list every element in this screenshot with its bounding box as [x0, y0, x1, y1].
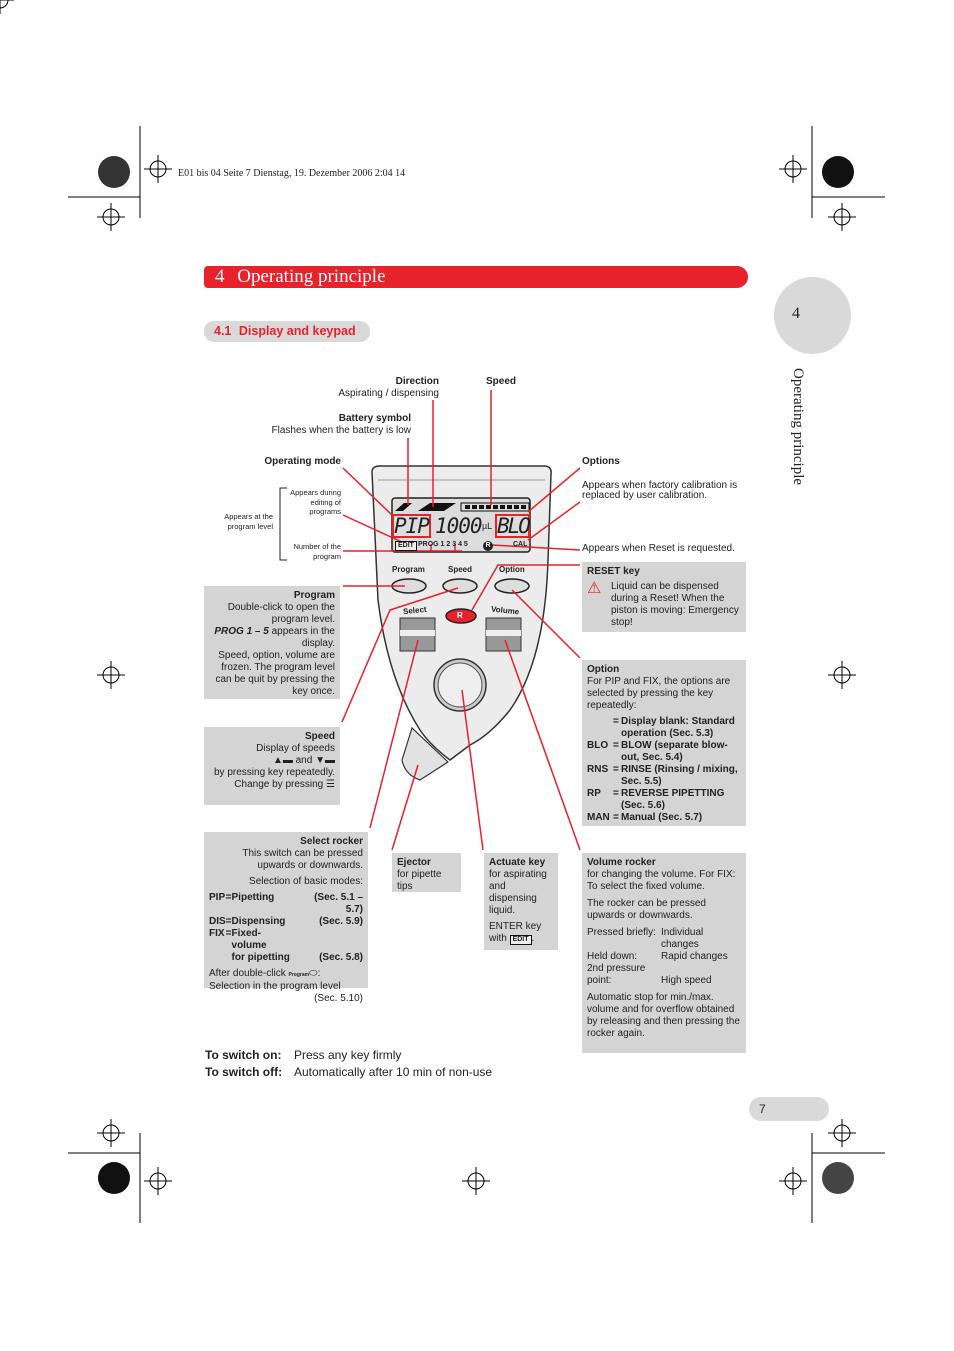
ejector-box: Ejector for pipette tips [392, 853, 461, 892]
volume-rocker [485, 617, 522, 652]
callout-appears-editing: Appears during editing of programs [290, 488, 341, 516]
display-mode: PIP [394, 514, 430, 538]
callout-options: Options Appears when factory calibration … [582, 456, 738, 501]
callout-operating-mode: Operating mode [264, 456, 341, 467]
volume-table: Pressed briefly: Individual changes Held … [587, 927, 728, 986]
speed-key-label: Speed [448, 565, 473, 574]
mode-table: PIP = Pipetting (Sec. 5.1 – 5.7) DIS = Dispen… [209, 892, 363, 963]
display-prog: PROG 1 2 3 4 5 [418, 541, 468, 548]
display-edit: EDIT [395, 541, 417, 551]
reset-box: RESET key ⚠ Liquid can be dispensed durin… [582, 562, 746, 632]
callout-battery: Battery symbol Flashes when the battery i… [271, 413, 411, 436]
volume-box: Volume rocker for changing the volume. Fo… [582, 853, 746, 1053]
switch-info: To switch on: Press any key firmly To swi… [205, 1048, 493, 1079]
pipette-diagram [279, 390, 581, 851]
display-cal: CAL [513, 541, 528, 548]
program-key-icon: ⬭ [309, 968, 318, 979]
select-rocker-icon: ☰ [326, 779, 335, 790]
callout-number-program: Number of the program [293, 542, 341, 561]
speed-up-icon: ▲▬ [272, 755, 293, 766]
warning-icon: ⚠ [587, 580, 602, 597]
speed-down-icon: ▼▬ [315, 755, 335, 766]
callout-direction: Direction Aspirating / dispensing [338, 376, 439, 399]
reset-key-label: R [457, 611, 463, 620]
option-table: = Display blank: Standard operation (Sec.… [587, 716, 738, 823]
manual-page: E01 bis 04 Seite 7 Dienstag, 19. Dezembe… [0, 0, 954, 1351]
option-box: Option For PIP and FIX, the options are s… [582, 660, 746, 826]
callout-program-level: Appears at the program level [224, 512, 273, 531]
program-key-label: Program [392, 565, 425, 574]
select-rocker-box: Select rocker This switch can be pressed … [204, 832, 368, 1004]
page-number: 7 [759, 1102, 766, 1116]
program-box: Program Double-click to open the program … [204, 586, 340, 699]
display-volume: 1000 [435, 514, 483, 538]
speed-box: Speed Display of speeds ▲▬ and ▼▬ by pres… [204, 727, 340, 805]
actuate-box: Actuate key for aspirating and dispensing… [484, 853, 558, 950]
page-number-tab: 7 [749, 1097, 829, 1121]
option-key-label: Option [499, 565, 525, 574]
display-reset: R [483, 541, 493, 551]
callout-speed: Speed [486, 376, 517, 387]
display-unit: µL [482, 521, 493, 531]
callout-reset-requested: Appears when Reset is requested. [582, 543, 735, 554]
select-rocker [399, 617, 436, 652]
display-option: BLO [497, 514, 531, 538]
